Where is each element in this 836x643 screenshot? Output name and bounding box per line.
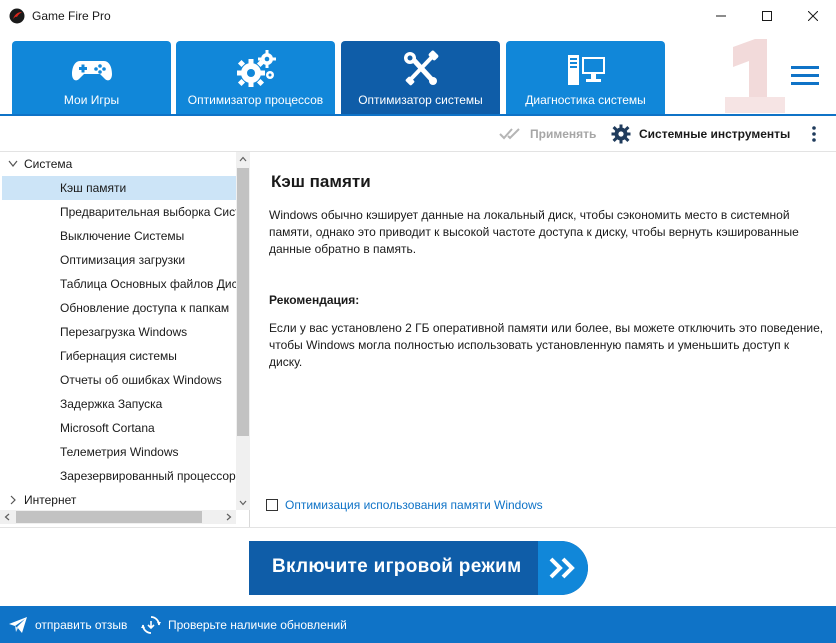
hamburger-menu-button[interactable] <box>788 63 822 89</box>
tree-item-label: Гибернация системы <box>60 349 177 363</box>
tree-item-label: Microsoft Cortana <box>60 421 155 435</box>
refresh-update-icon <box>141 616 161 634</box>
tab-label: Оптимизатор системы <box>358 93 483 107</box>
chevron-right-icon <box>10 495 16 505</box>
recommendation-heading: Рекомендация: <box>269 293 360 307</box>
chevron-up-icon <box>239 156 247 162</box>
tree-item[interactable]: Кэш памяти <box>2 176 236 200</box>
tree-item[interactable]: Зарезервированный процессор <box>2 464 236 488</box>
chevron-right-icon <box>226 513 232 521</box>
system-tools-label: Системные инструменты <box>639 127 791 141</box>
close-button[interactable] <box>790 0 836 32</box>
tree-item-label: Телеметрия Windows <box>60 445 179 459</box>
check-updates-link[interactable]: Проверьте наличие обновлений <box>141 615 347 635</box>
tree-category-label: Интернет <box>24 493 77 507</box>
number-one-badge-icon <box>725 39 785 113</box>
tree-category-label: Система <box>24 157 73 171</box>
tree-item[interactable]: Выключение Системы <box>2 224 236 248</box>
memory-optimization-label[interactable]: Оптимизация использования памяти Windows <box>285 498 543 512</box>
send-feedback-label: отправить отзыв <box>35 618 128 632</box>
close-icon <box>808 11 818 21</box>
computer-icon <box>567 55 605 85</box>
tab-system-optimizer[interactable]: Оптимизатор системы <box>341 41 500 114</box>
double-check-icon <box>499 128 520 140</box>
memory-optimization-checkbox[interactable] <box>266 499 278 511</box>
gamepad-icon <box>71 61 112 81</box>
tab-label: Оптимизатор процессов <box>187 93 324 107</box>
scrollbar-thumb[interactable] <box>237 168 249 436</box>
tools-icon <box>403 50 438 86</box>
detail-description: Windows обычно кэширует данные на локаль… <box>269 208 799 256</box>
double-chevron-right-icon <box>549 557 575 579</box>
game-mode-arrow <box>538 541 588 595</box>
tree-item-label: Таблица Основных файлов Дис <box>60 277 236 291</box>
tab-label: Диагностика системы <box>525 93 646 107</box>
tree-item[interactable]: Таблица Основных файлов Дис <box>2 272 236 296</box>
tree-item[interactable]: Отчеты об ошибках Windows <box>2 368 236 392</box>
minimize-icon <box>716 15 726 17</box>
tab-process-optimizer[interactable]: Оптимизатор процессов <box>176 41 335 114</box>
tree-item[interactable]: Перезагрузка Windows <box>2 320 236 344</box>
tree-item-label: Кэш памяти <box>60 181 127 195</box>
tree-item-label: Зарезервированный процессор <box>60 469 236 483</box>
maximize-icon <box>762 11 772 21</box>
tree-item-label: Оптимизация загрузки <box>60 253 186 267</box>
settings-tree: Система Кэш памяти Предварительная выбор… <box>0 152 250 527</box>
tree-item[interactable]: Телеметрия Windows <box>2 440 236 464</box>
chevron-down-icon <box>8 160 18 167</box>
game-mode-label: Включите игровой режим <box>272 556 522 577</box>
enable-game-mode-button[interactable]: Включите игровой режим <box>249 541 588 595</box>
tree-item-label: Выключение Системы <box>60 229 185 243</box>
apply-label: Применять <box>530 127 597 141</box>
minimize-button[interactable] <box>698 0 744 32</box>
tree-category-internet[interactable]: Интернет <box>0 488 236 512</box>
maximize-button[interactable] <box>744 0 790 32</box>
tree-item-label: Перезагрузка Windows <box>60 325 188 339</box>
toolbar: Применять Системные инструменты <box>0 116 836 152</box>
footer-bar: отправить отзыв Проверьте наличие обновл… <box>0 606 836 643</box>
memory-optimization-option[interactable]: Оптимизация использования памяти Windows <box>266 498 543 512</box>
tree-item-label: Обновление доступа к папкам <box>60 301 230 315</box>
detail-panel: Кэш памяти Windows обычно кэширует данны… <box>251 152 836 527</box>
system-tools-button[interactable]: Системные инструменты <box>611 123 790 145</box>
tree-item-label: Предварительная выборка Сист <box>60 205 236 219</box>
scroll-down-button[interactable] <box>236 496 250 510</box>
tree-item[interactable]: Оптимизация загрузки <box>2 248 236 272</box>
tab-label: Мои Игры <box>63 93 120 107</box>
tree-item[interactable]: Microsoft Cortana <box>2 416 236 440</box>
scrollbar-thumb[interactable] <box>16 511 202 523</box>
hamburger-menu-icon <box>791 66 819 85</box>
scroll-right-button[interactable] <box>222 510 236 524</box>
scroll-up-button[interactable] <box>236 152 250 166</box>
scroll-left-button[interactable] <box>0 510 14 524</box>
app-title: Game Fire Pro <box>32 9 111 23</box>
tree-item[interactable]: Обновление доступа к папкам <box>2 296 236 320</box>
send-feedback-link[interactable]: отправить отзыв <box>8 615 127 635</box>
tab-my-games[interactable]: Мои Игры <box>12 41 171 114</box>
game-fire-logo-icon <box>9 8 25 24</box>
chevron-left-icon <box>4 513 10 521</box>
chevron-down-icon <box>239 500 247 506</box>
recommendation-text: Если у вас установлено 2 ГБ оперативной … <box>269 321 824 369</box>
vertical-scrollbar[interactable] <box>236 152 250 510</box>
title-bar: Game Fire Pro <box>0 0 836 32</box>
tree-item-label: Отчеты об ошибках Windows <box>60 373 222 387</box>
tab-system-diagnostics[interactable]: Диагностика системы <box>506 41 665 114</box>
paper-plane-icon <box>9 617 27 633</box>
horizontal-scrollbar[interactable] <box>0 510 236 524</box>
tree-item-label: Задержка Запуска <box>60 397 163 411</box>
tree-item[interactable]: Предварительная выборка Сист <box>2 200 236 224</box>
tree-item[interactable]: Гибернация системы <box>2 344 236 368</box>
bottom-divider <box>0 527 836 528</box>
vertical-dots-icon <box>812 126 816 142</box>
apply-button[interactable]: Применять <box>499 124 596 144</box>
detail-title: Кэш памяти <box>271 172 371 191</box>
gear-icon <box>611 124 631 144</box>
gears-icon <box>236 50 276 87</box>
tree-category-system[interactable]: Система <box>0 152 236 176</box>
tree-item[interactable]: Задержка Запуска <box>2 392 236 416</box>
check-updates-label: Проверьте наличие обновлений <box>168 618 347 632</box>
more-options-button[interactable] <box>806 124 822 144</box>
